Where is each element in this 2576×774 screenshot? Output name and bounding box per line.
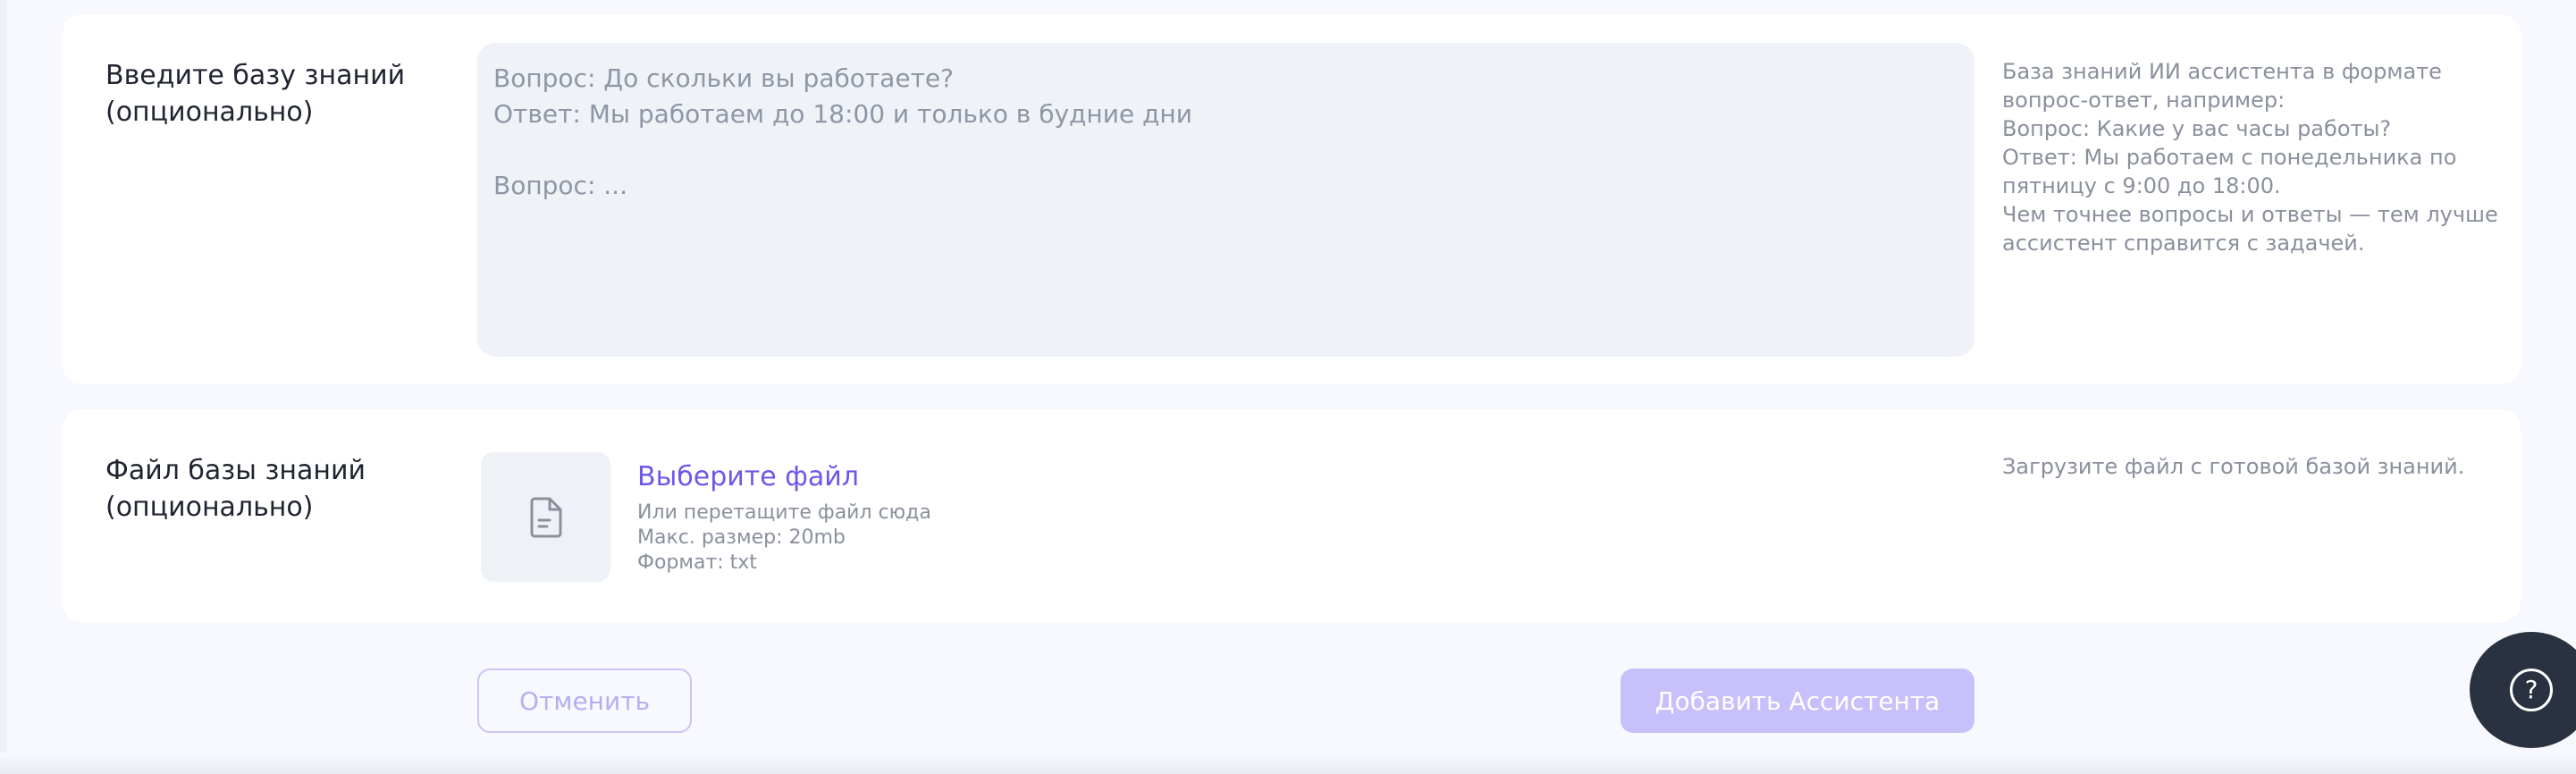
knowledge-file-help-text: Загрузите файл с готовой базой знаний. — [2002, 454, 2465, 479]
knowledge-base-textarea[interactable]: Вопрос: До скольки вы работаете? Ответ: … — [477, 43, 1974, 357]
knowledge-base-placeholder: Вопрос: До скольки вы работаете? Ответ: … — [493, 63, 1192, 200]
file-dropzone[interactable] — [481, 452, 610, 582]
add-assistant-button[interactable]: Добавить Ассистента — [1621, 669, 1974, 733]
knowledge-file-label: Файл базы знаний (опционально) — [105, 455, 366, 523]
page-left-edge — [0, 0, 7, 774]
choose-file-link[interactable]: Выберите файл — [637, 459, 859, 495]
page-bottom-edge — [0, 753, 2576, 774]
file-drag-hint: Или перетащите файл сюда — [637, 501, 931, 524]
document-icon — [530, 497, 561, 537]
cancel-button[interactable]: Отменить — [477, 669, 692, 733]
file-format: Формат: txt — [637, 551, 757, 574]
knowledge-base-card: Введите базу знаний (опционально) Вопрос… — [63, 14, 2521, 384]
knowledge-base-label: Введите базу знаний (опционально) — [105, 60, 406, 128]
file-max-size: Макс. размер: 20mb — [637, 526, 846, 549]
knowledge-file-card: Файл базы знаний (опционально) Выберите … — [63, 409, 2521, 622]
knowledge-base-help-text: База знаний ИИ ассистента в формате вопр… — [2002, 59, 2498, 256]
help-button[interactable]: ? — [2470, 632, 2576, 748]
question-circle-icon: ? — [2510, 669, 2553, 711]
